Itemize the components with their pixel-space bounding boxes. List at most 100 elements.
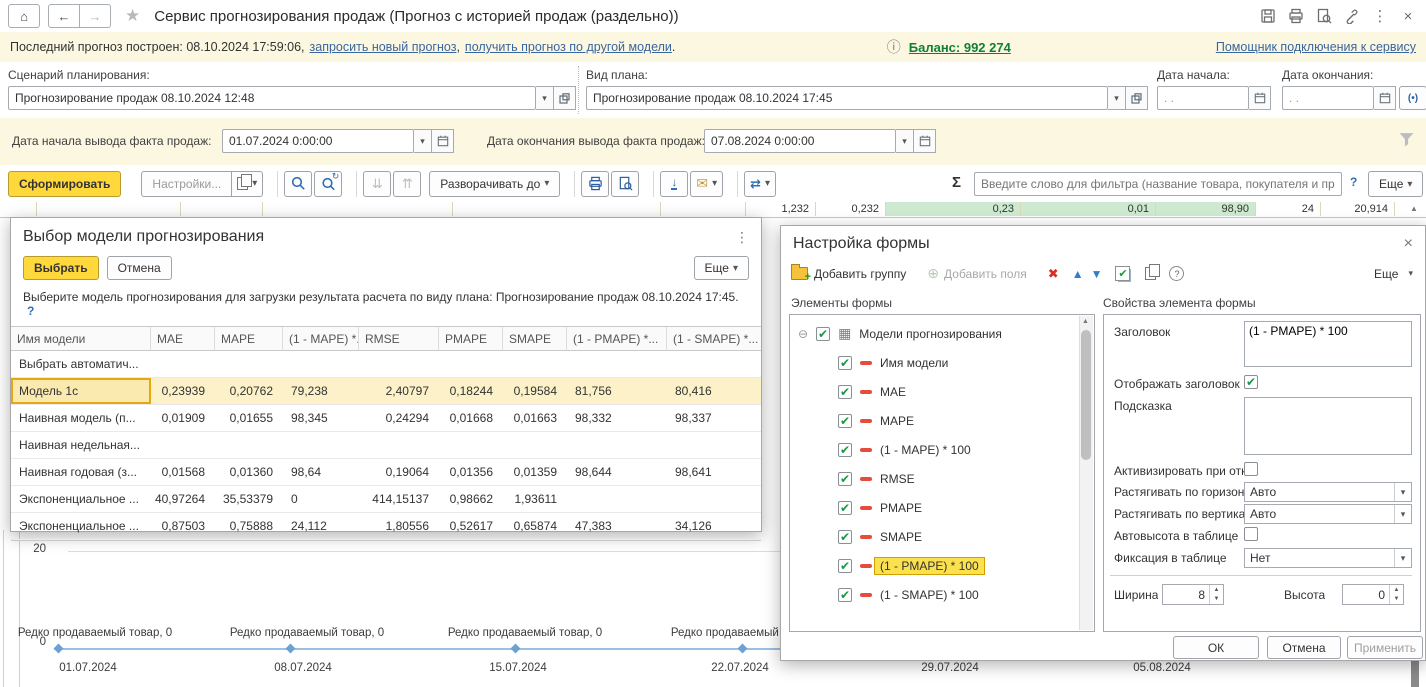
column-header[interactable]: Имя модели: [11, 327, 151, 351]
scenario-open-button[interactable]: [554, 86, 576, 110]
cell[interactable]: 0,20762: [215, 378, 283, 405]
plan-open-button[interactable]: [1126, 86, 1148, 110]
save-icon[interactable]: [1256, 6, 1280, 26]
tooltip-input[interactable]: [1244, 397, 1412, 455]
print-preview-button[interactable]: [611, 171, 639, 197]
column-header[interactable]: MAE: [151, 327, 215, 351]
cell[interactable]: 2,40797: [359, 378, 439, 405]
close-dialog-icon[interactable]: ×: [1404, 235, 1413, 253]
cell[interactable]: 0,65874: [503, 513, 567, 540]
cell[interactable]: 0,01909: [151, 405, 215, 432]
column-header[interactable]: RMSE: [359, 327, 439, 351]
tree-item-label[interactable]: (1 - PMAPE) * 100: [874, 557, 985, 575]
cell[interactable]: 0,23939: [151, 378, 215, 405]
model-row-name-selected[interactable]: Модель 1с: [11, 378, 151, 405]
tree-item[interactable]: ✔ RMSE: [798, 464, 1074, 493]
cell[interactable]: 0,01359: [503, 459, 567, 486]
cell[interactable]: 0,01668: [439, 405, 503, 432]
tree-root-row[interactable]: ⊖ ✔ ▦ Модели прогнозирования: [798, 319, 1074, 348]
tree-item-label[interactable]: Имя модели: [880, 356, 948, 370]
menu-kebab-icon[interactable]: ⋮: [735, 229, 749, 246]
cell[interactable]: 98,337: [667, 405, 761, 432]
data-point-marker[interactable]: [511, 644, 521, 654]
data-point-marker[interactable]: [286, 644, 296, 654]
cell[interactable]: 0,24294: [359, 405, 439, 432]
data-point-marker[interactable]: [54, 644, 64, 654]
scenario-input[interactable]: Прогнозирование продаж 08.10.2024 12:48: [8, 86, 536, 110]
other-model-forecast-link[interactable]: получить прогноз по другой модели: [465, 40, 672, 54]
service-helper-link[interactable]: Помощник подключения к сервису: [1216, 40, 1416, 54]
move-up-icon[interactable]: ▲: [1072, 267, 1084, 281]
filter-funnel-icon[interactable]: [1398, 131, 1415, 148]
item-checkbox[interactable]: ✔: [838, 588, 852, 602]
date-end-input[interactable]: . .: [1282, 86, 1374, 110]
width-stepper[interactable]: 8 ▲▼: [1162, 584, 1224, 605]
cancel-button[interactable]: Отмена: [107, 256, 172, 280]
date-start-input[interactable]: . .: [1157, 86, 1249, 110]
generate-button[interactable]: Сформировать: [8, 171, 121, 197]
height-stepper[interactable]: 0 ▲▼: [1342, 584, 1404, 605]
link-icon[interactable]: [1340, 6, 1364, 26]
cell[interactable]: 0,75888: [215, 513, 283, 540]
tree-item-label[interactable]: (1 - SMAPE) * 100: [880, 588, 979, 602]
cell[interactable]: 98,345: [283, 405, 359, 432]
step-down-icon[interactable]: ▼: [1390, 595, 1403, 605]
forward-button[interactable]: →: [80, 4, 111, 28]
tree-root-label[interactable]: Модели прогнозирования: [859, 327, 1002, 341]
item-checkbox[interactable]: ✔: [838, 356, 852, 370]
cell[interactable]: 0: [283, 486, 359, 513]
step-up-icon[interactable]: ▲: [1390, 585, 1403, 595]
collapse-node-icon[interactable]: ⊖: [798, 327, 808, 341]
tree-item[interactable]: ✔ (1 - MAPE) * 100: [798, 435, 1074, 464]
fact-end-dropdown[interactable]: ▾: [896, 129, 914, 153]
cell[interactable]: 0,01356: [439, 459, 503, 486]
cell[interactable]: 0,87503: [151, 513, 215, 540]
tree-item[interactable]: ✔ PMAPE: [798, 493, 1074, 522]
column-header[interactable]: (1 - SMAPE) *...: [667, 327, 761, 351]
back-button[interactable]: ←: [48, 4, 80, 28]
tree-item-label[interactable]: RMSE: [880, 472, 915, 486]
cell[interactable]: 0,01360: [215, 459, 283, 486]
collapse-rows-button[interactable]: ⇊: [363, 171, 391, 197]
column-header[interactable]: (1 - MAPE) *...: [283, 327, 359, 351]
item-checkbox[interactable]: ✔: [838, 530, 852, 544]
fact-start-calendar-button[interactable]: [432, 129, 454, 153]
item-checkbox[interactable]: ✔: [838, 443, 852, 457]
cell[interactable]: 0,01663: [503, 405, 567, 432]
model-row-name[interactable]: Экспоненциальное ...: [11, 513, 151, 540]
apply-button[interactable]: Применить: [1347, 636, 1423, 659]
tree-item-label[interactable]: (1 - MAPE) * 100: [880, 443, 971, 457]
toolbar-more-button[interactable]: Еще ▾: [1368, 171, 1423, 197]
cell[interactable]: 80,416: [667, 378, 761, 405]
cell[interactable]: 24,112: [283, 513, 359, 540]
cell[interactable]: 98,641: [667, 459, 761, 486]
add-fields-button[interactable]: ⊕ Добавить поля: [927, 265, 1027, 282]
model-row-name[interactable]: Наивная модель (п...: [11, 405, 151, 432]
autoheight-checkbox[interactable]: [1244, 527, 1258, 541]
select-button[interactable]: Выбрать: [23, 256, 99, 280]
item-checkbox[interactable]: ✔: [838, 501, 852, 515]
item-checkbox[interactable]: ✔: [838, 414, 852, 428]
tree-item-label[interactable]: MAE: [880, 385, 906, 399]
fact-start-input[interactable]: 01.07.2024 0:00:00: [222, 129, 414, 153]
delete-element-icon[interactable]: ✖: [1048, 266, 1059, 282]
column-header[interactable]: MAPE: [215, 327, 283, 351]
email-button[interactable]: ✉ ▾: [690, 171, 723, 197]
cell[interactable]: 98,644: [567, 459, 667, 486]
cell[interactable]: 35,53379: [215, 486, 283, 513]
stretch-v-select[interactable]: Авто ▾: [1244, 504, 1412, 524]
tree-item-label[interactable]: MAPE: [880, 414, 914, 428]
tree-item[interactable]: ✔ MAPE: [798, 406, 1074, 435]
date-start-calendar-button[interactable]: [1249, 86, 1271, 110]
plan-dropdown-button[interactable]: ▾: [1108, 86, 1126, 110]
copy-icon[interactable]: [1145, 267, 1156, 280]
tree-scrollbar[interactable]: ▲: [1079, 316, 1093, 630]
filter-input-field[interactable]: [981, 177, 1335, 191]
cell[interactable]: 0,01568: [151, 459, 215, 486]
scroll-up-icon[interactable]: ▲: [1082, 318, 1089, 325]
help-icon[interactable]: ?: [27, 304, 34, 318]
item-checkbox[interactable]: ✔: [838, 559, 852, 573]
ok-button[interactable]: ОК: [1173, 636, 1259, 659]
filter-input[interactable]: [974, 172, 1342, 196]
cell[interactable]: 0,98662: [439, 486, 503, 513]
